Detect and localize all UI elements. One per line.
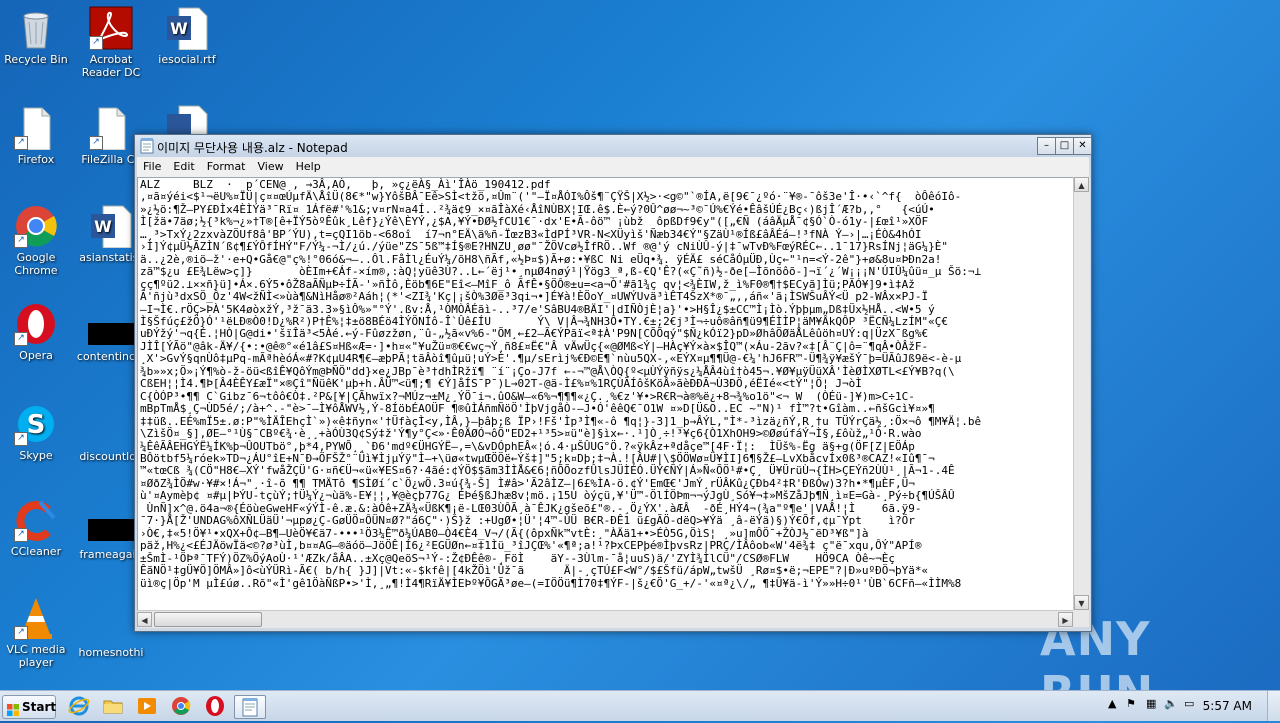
horizontal-scrollbar[interactable]: ◀ ▶ (137, 610, 1073, 628)
shortcut-arrow-icon: ↗ (89, 36, 103, 50)
redacted-icon (88, 323, 134, 345)
desktop-icon-recycle-bin[interactable]: Recycle Bin (0, 6, 75, 66)
maximize-button[interactable]: □ (1055, 137, 1074, 155)
desktop-icon-label: Firefox (17, 153, 55, 166)
taskbar-chrome-icon[interactable] (170, 695, 194, 717)
notepad-icon (140, 138, 154, 154)
desktop-icon-google-chrome[interactable]: ↗ Google Chrome (0, 204, 75, 277)
svg-text:S: S (27, 410, 46, 440)
desktop-icon-firefox[interactable]: ↗ Firefox (0, 106, 75, 166)
menu-bar: File Edit Format View Help (137, 157, 1089, 177)
desktop-icon-iesocial[interactable]: W iesocial.rtf (148, 6, 226, 66)
scroll-down-arrow-icon[interactable]: ▼ (1074, 595, 1089, 610)
editor-content[interactable]: ALZ BLZ · p´CEN@ , →3Â,AÒ, þ, »ç¿ëÀ§_Àì'… (138, 178, 1074, 591)
start-label: Start (22, 700, 57, 714)
taskbar-ie-icon[interactable] (68, 695, 92, 717)
horizontal-scroll-thumb[interactable] (154, 612, 262, 627)
menu-edit[interactable]: Edit (167, 157, 200, 175)
svg-text:W: W (94, 217, 112, 236)
tray-power-icon[interactable]: ▭ (1184, 697, 1194, 710)
recycle-bin-icon (14, 6, 58, 50)
scroll-right-arrow-icon[interactable]: ▶ (1058, 612, 1073, 627)
word-document-icon: W (165, 6, 209, 51)
windows-logo-icon (7, 701, 19, 716)
desktop-icon-label: Opera (19, 349, 53, 362)
desktop-icon-acrobat-reader[interactable]: ↗ Acrobat Reader DC (72, 6, 150, 79)
file-icon: ↗ (14, 106, 58, 151)
taskbar-notepad-icon[interactable] (234, 695, 266, 719)
desktop-icon-ccleaner[interactable]: ↗ CCleaner (0, 498, 75, 558)
file-icon: ↗ (89, 106, 133, 151)
skype-icon: S ↗ (14, 402, 58, 446)
menu-help[interactable]: Help (290, 157, 327, 175)
close-button[interactable]: ✕ (1073, 137, 1092, 155)
start-button[interactable]: Start (2, 695, 56, 719)
minimize-button[interactable]: – (1037, 137, 1056, 155)
desktop-icon-label: Google Chrome (14, 251, 58, 277)
vlc-icon: ↗ (14, 596, 58, 640)
desktop-icon-label: homesnothi (78, 646, 144, 659)
shortcut-arrow-icon: ↗ (14, 136, 28, 150)
tray-flag-icon[interactable]: ⚑ (1126, 697, 1136, 710)
desktop-icon-label: Skype (19, 449, 53, 462)
taskbar: Start ▲ ⚑ ▦ 🔈 ▭ 5:57 AM (0, 690, 1280, 721)
desktop-icon-vlc[interactable]: ↗ VLC media player (0, 596, 75, 669)
window-title: 이미지 무단사용 내용.alz - Notepad (157, 141, 348, 155)
vertical-scrollbar[interactable]: ▲ ▼ (1073, 177, 1090, 610)
tray-expand-icon[interactable]: ▲ (1108, 697, 1116, 710)
text-editor[interactable]: ALZ BLZ · p´CEN@ , →3Â,AÒ, þ, »ç¿ëÀ§_Àì'… (137, 177, 1075, 612)
ccleaner-icon: ↗ (14, 498, 58, 542)
scroll-left-arrow-icon[interactable]: ◀ (137, 612, 152, 627)
shortcut-arrow-icon: ↗ (14, 234, 28, 248)
title-bar[interactable]: 이미지 무단사용 내용.alz - Notepad – □ ✕ (135, 135, 1092, 157)
desktop-icon-label: Recycle Bin (4, 53, 68, 66)
opera-icon: ↗ (14, 302, 58, 346)
desktop-icon-label: VLC media player (6, 643, 66, 669)
redacted-icon (88, 519, 134, 541)
notepad-window[interactable]: 이미지 무단사용 내용.alz - Notepad – □ ✕ File Edit… (134, 134, 1092, 632)
taskbar-explorer-icon[interactable] (102, 695, 126, 717)
chrome-icon: ↗ (14, 204, 58, 248)
show-desktop-button[interactable] (1267, 691, 1280, 721)
clock[interactable]: 5:57 AM (1203, 699, 1252, 713)
size-grip[interactable] (1073, 610, 1089, 627)
scroll-up-arrow-icon[interactable]: ▲ (1074, 177, 1089, 192)
acrobat-icon: ↗ (89, 6, 133, 50)
menu-format[interactable]: Format (201, 157, 252, 175)
desktop-icon-label: CCleaner (10, 545, 62, 558)
taskbar-media-player-icon[interactable] (136, 695, 160, 717)
shortcut-arrow-icon: ↗ (14, 432, 28, 446)
tray-network-icon[interactable]: ▦ (1146, 697, 1156, 710)
shortcut-arrow-icon: ↗ (14, 626, 28, 640)
desktop-icon-label: iesocial.rtf (158, 53, 216, 66)
shortcut-arrow-icon: ↗ (14, 528, 28, 542)
taskbar-opera-icon[interactable] (204, 695, 228, 717)
desktop-icon-opera[interactable]: ↗ Opera (0, 302, 75, 362)
shortcut-arrow-icon: ↗ (89, 136, 103, 150)
menu-view[interactable]: View (252, 157, 290, 175)
svg-text:W: W (170, 19, 188, 38)
shortcut-arrow-icon: ↗ (14, 332, 28, 346)
desktop-icon-homesnothi[interactable]: homesnothi (72, 646, 150, 659)
desktop-icon-skype[interactable]: S ↗ Skype (0, 402, 75, 462)
tray-volume-icon[interactable]: 🔈 (1164, 697, 1178, 710)
menu-file[interactable]: File (137, 157, 167, 175)
word-document-icon: W (89, 204, 133, 249)
desktop-icon-label: Acrobat Reader DC (81, 53, 141, 79)
